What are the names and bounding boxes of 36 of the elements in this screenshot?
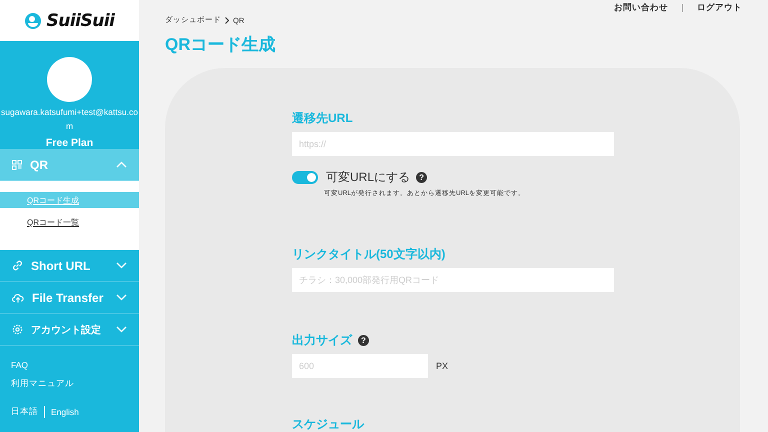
- nav-item[interactable]: Short URL: [0, 250, 139, 282]
- plan-label: Free Plan: [46, 137, 94, 149]
- footer-link[interactable]: FAQ: [11, 360, 128, 370]
- qr-icon: [12, 160, 22, 170]
- help-icon[interactable]: ?: [416, 172, 428, 183]
- submenu-link[interactable]: QRコード生成: [27, 194, 79, 206]
- logo-text: SuiiSuii: [46, 10, 114, 30]
- nav-item[interactable]: QR: [0, 149, 139, 181]
- logout-link[interactable]: ログアウト: [697, 2, 742, 14]
- chevron-right-icon: [225, 16, 229, 24]
- field-label: 遷移先URL: [292, 110, 354, 126]
- nav-item[interactable]: File Transfer: [0, 282, 139, 314]
- expand-icon[interactable]: [116, 262, 127, 269]
- collapse-icon[interactable]: [116, 161, 127, 168]
- toggle-switch[interactable]: [292, 171, 318, 184]
- nav-item[interactable]: アカウント設定: [0, 314, 139, 346]
- language-link[interactable]: English: [51, 407, 79, 417]
- gear-icon: [12, 324, 23, 335]
- field-label: 出力サイズ: [292, 332, 352, 348]
- footer-link[interactable]: 利用マニュアル: [11, 378, 128, 390]
- section-heading: スケジュール: [292, 416, 366, 432]
- logo-mark-icon: [24, 12, 42, 30]
- expand-icon[interactable]: [116, 326, 127, 333]
- user-email: sugawara.katsufumi+test@kattsu.com: [0, 106, 139, 133]
- cloud-upload-icon: [12, 292, 24, 302]
- submenu-link[interactable]: QRコード一覧: [27, 216, 79, 228]
- help-icon[interactable]: ?: [358, 334, 369, 346]
- expand-icon[interactable]: [116, 294, 127, 301]
- language-link[interactable]: 日本語: [11, 406, 38, 418]
- field-label: リンクタイトル(50文字以内): [292, 246, 446, 262]
- contact-link[interactable]: お問い合わせ: [614, 2, 668, 14]
- unit-label: PX: [436, 361, 448, 371]
- avatar: [47, 57, 92, 102]
- page-title: QRコード生成: [165, 34, 276, 56]
- toggle-label: 可変URLにする: [326, 169, 410, 186]
- link-icon: [12, 260, 23, 271]
